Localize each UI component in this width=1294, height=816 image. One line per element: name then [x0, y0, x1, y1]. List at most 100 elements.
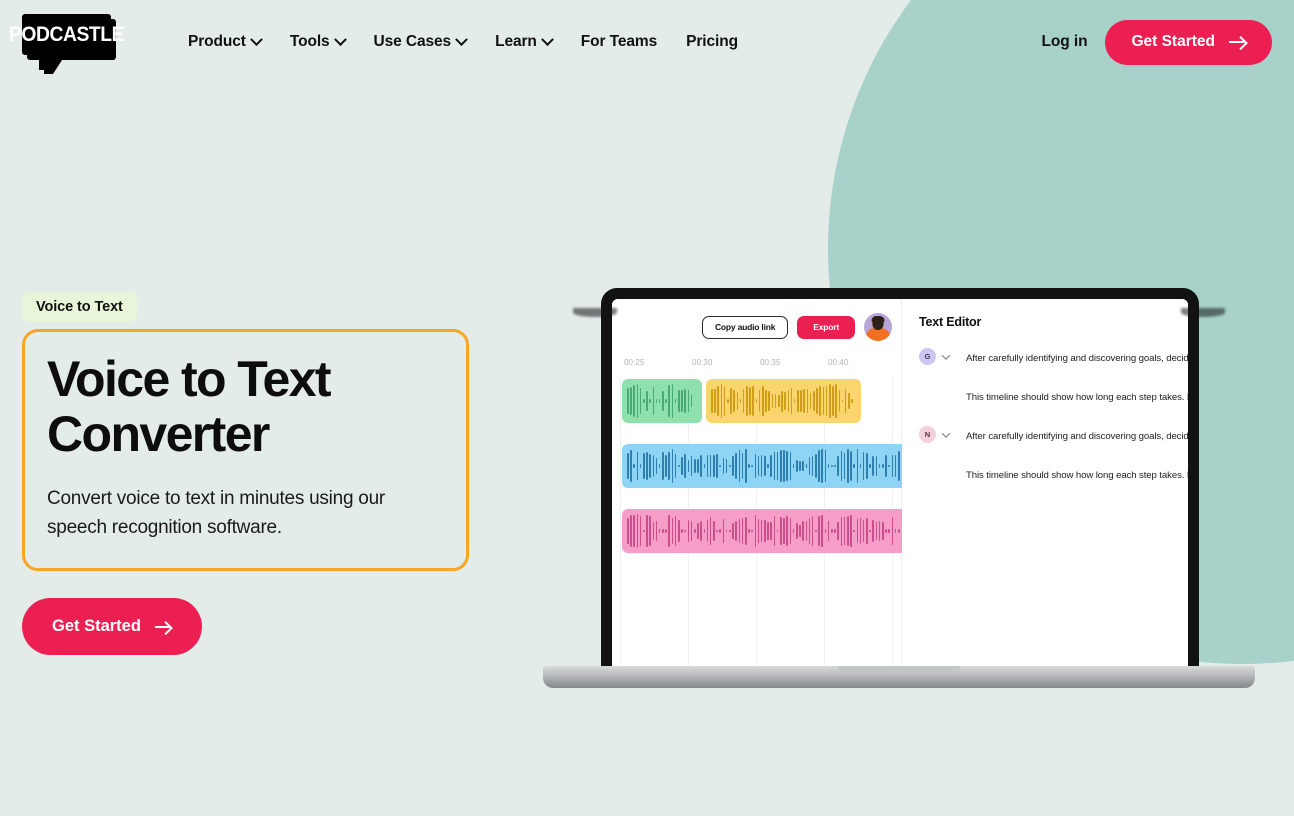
header-get-started-button[interactable]: Get Started — [1105, 19, 1272, 65]
waveform-bar — [684, 529, 686, 533]
waveform-bar — [649, 453, 651, 479]
waveform-bar — [818, 516, 820, 546]
waveform-bar — [690, 455, 693, 477]
waveform-bar — [690, 520, 693, 542]
waveform-bar — [844, 389, 847, 413]
waveform-bar — [658, 464, 661, 468]
waveform-bar — [642, 529, 645, 533]
waveform-bar — [843, 452, 846, 480]
audio-timeline-pane: Copy audio link Export 00:25 00:30 00:35 00… — [612, 299, 961, 671]
app-toolbar: Copy audio link Export — [612, 299, 901, 355]
transcript-text[interactable]: After carefully identifying and discover… — [966, 425, 1188, 487]
waveform-bar — [800, 390, 802, 412]
waveform-bar — [733, 390, 735, 412]
nav-item-pricing[interactable]: Pricing — [686, 33, 738, 51]
main-navigation: Product Tools Use Cases Learn For Teams … — [188, 32, 1042, 51]
text-editor-title: Text Editor — [919, 315, 982, 329]
waveform-bar — [805, 520, 808, 542]
waveform-bar — [888, 464, 890, 468]
waveform-bar — [735, 520, 737, 542]
waveform-bar — [764, 455, 766, 477]
waveform-bar — [711, 388, 713, 414]
waveform-bar — [671, 449, 674, 483]
waveform-bar — [824, 450, 827, 482]
audio-clip[interactable] — [622, 444, 909, 488]
waveform-bar — [726, 399, 729, 403]
waveform-bar — [841, 399, 844, 403]
waveform-bar — [824, 529, 827, 533]
header-get-started-label: Get Started — [1131, 33, 1215, 50]
waveform-bar — [668, 451, 671, 481]
waveform-bar — [730, 387, 732, 415]
waveform-bar — [655, 521, 658, 541]
waveform-bar — [773, 452, 776, 480]
nav-item-for-teams[interactable]: For Teams — [581, 33, 657, 51]
waveform-bar — [636, 384, 639, 418]
waveform-bar — [646, 390, 648, 412]
waveform-bar — [662, 528, 664, 534]
waveform-bar — [780, 450, 782, 482]
nav-item-use-cases[interactable]: Use Cases — [374, 32, 468, 51]
export-button[interactable]: Export — [797, 315, 855, 339]
waveform-bar — [687, 390, 690, 412]
copy-audio-link-button[interactable]: Copy audio link — [701, 315, 789, 339]
speaker-avatar[interactable]: N — [919, 426, 936, 444]
waveform-bar — [815, 453, 817, 479]
waveform-bar — [678, 389, 680, 413]
waveform-bar — [630, 514, 632, 548]
waveform-bar — [744, 449, 747, 483]
waveform-bar — [713, 520, 715, 542]
waveform-bar — [818, 449, 820, 483]
audio-clip[interactable] — [706, 379, 861, 423]
waveform-bar — [799, 460, 801, 472]
waveform-bar — [758, 389, 761, 413]
waveform-bar — [678, 519, 680, 543]
podcastle-logo[interactable]: PODCASTLE — [9, 14, 124, 74]
transcript-paragraph: After carefully identifying and discover… — [966, 353, 1188, 364]
waveform-bar — [684, 454, 686, 478]
waveform-bar — [856, 518, 859, 544]
timeline-ruler[interactable]: 00:25 00:30 00:35 00:40 — [622, 355, 901, 377]
nav-item-learn[interactable]: Learn — [495, 32, 554, 51]
waveform — [622, 379, 702, 423]
waveform-bar — [897, 451, 900, 481]
audio-clip[interactable] — [622, 379, 702, 423]
waveform-bar — [784, 392, 786, 410]
waveform-bar — [668, 385, 671, 417]
waveform-bar — [809, 392, 812, 410]
waveform-bar — [646, 514, 648, 547]
waveform-bar — [770, 522, 773, 540]
waveform-bar — [891, 455, 894, 477]
waveform-bar — [780, 517, 782, 545]
waveform-bar — [771, 393, 774, 409]
timeline-track — [622, 509, 909, 553]
audio-clip[interactable] — [622, 509, 909, 553]
waveform-bar — [706, 519, 709, 543]
waveform-bar — [767, 521, 769, 541]
nav-item-product[interactable]: Product — [188, 32, 263, 51]
waveform-bar — [757, 455, 760, 477]
hero-get-started-button[interactable]: Get Started — [22, 598, 202, 656]
waveform-bar — [885, 455, 887, 477]
nav-item-tools[interactable]: Tools — [289, 32, 347, 51]
chevron-down-icon[interactable] — [941, 350, 951, 360]
waveform-bar — [894, 454, 897, 478]
speaker-avatar[interactable]: G — [919, 348, 936, 365]
waveform-bar — [821, 515, 824, 547]
nav-label: For Teams — [580, 33, 658, 50]
waveform-bar — [768, 390, 770, 412]
waveform — [622, 444, 909, 488]
waveform-bar — [703, 463, 706, 469]
waveform-bar — [697, 458, 699, 474]
waveform-bar — [748, 529, 750, 533]
waveform-bar — [751, 529, 753, 533]
chevron-down-icon[interactable] — [941, 428, 951, 438]
waveform-bar — [630, 387, 632, 415]
nav-label: Tools — [289, 33, 330, 50]
waveform-bar — [765, 389, 767, 413]
timeline-gridline — [620, 377, 621, 671]
user-avatar[interactable] — [864, 313, 892, 341]
login-link[interactable]: Log in — [1042, 33, 1088, 51]
waveform-bar — [681, 529, 683, 533]
transcript-text[interactable]: After carefully identifying and discover… — [966, 347, 1188, 409]
